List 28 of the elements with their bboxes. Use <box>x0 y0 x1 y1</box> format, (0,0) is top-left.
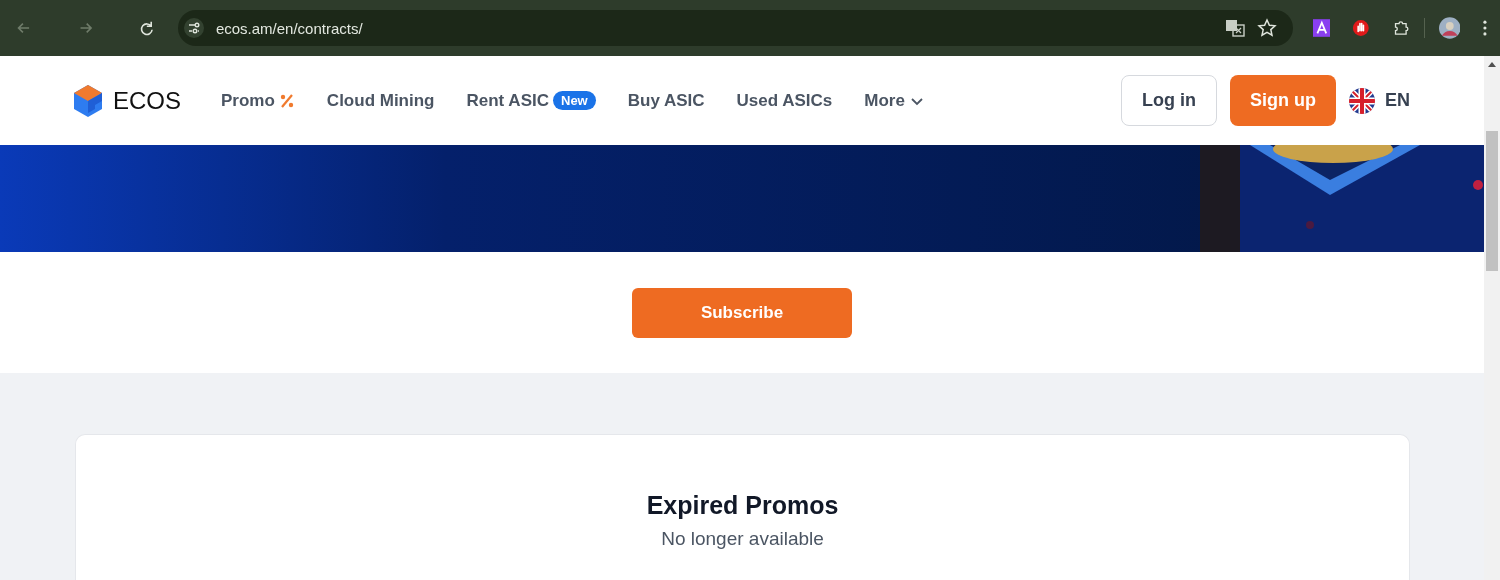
menu-icon[interactable] <box>1482 19 1488 37</box>
login-button[interactable]: Log in <box>1121 75 1217 126</box>
nav-link[interactable]: Used ASICs <box>736 90 833 111</box>
scroll-up-icon[interactable] <box>1488 62 1496 67</box>
language-label[interactable]: EN <box>1385 90 1410 111</box>
address-bar[interactable]: ecos.am/en/contracts/ <box>177 10 1293 46</box>
translate-icon[interactable] <box>1224 18 1245 38</box>
nav-link[interactable]: More <box>864 90 925 111</box>
url-text: ecos.am/en/contracts/ <box>215 19 363 37</box>
logo-icon[interactable] <box>73 83 103 118</box>
nav-link[interactable]: Rent ASIC New <box>466 90 596 111</box>
nav-link[interactable]: Cloud Mining <box>326 90 435 111</box>
scrollbar-thumb[interactable] <box>1486 131 1498 271</box>
site-settings-icon[interactable] <box>183 18 204 38</box>
section-subtitle: No longer available <box>661 528 824 550</box>
profile-avatar-icon[interactable] <box>1438 17 1461 39</box>
extension-icon[interactable] <box>1312 19 1331 37</box>
nav-link[interactable]: Promo <box>221 90 295 111</box>
logo-text[interactable]: ECOS <box>113 86 181 115</box>
star-icon[interactable] <box>1256 18 1277 38</box>
scrollbar[interactable] <box>1484 56 1500 580</box>
nav-link[interactable]: Buy ASIC <box>627 90 705 111</box>
section-title: Expired Promos <box>646 491 839 520</box>
uk-flag-icon[interactable] <box>1349 87 1375 114</box>
new-badge: New <box>553 91 596 110</box>
reload-icon[interactable] <box>138 19 156 37</box>
percent-icon <box>278 92 295 109</box>
hand-stop-icon[interactable] <box>1352 19 1370 37</box>
